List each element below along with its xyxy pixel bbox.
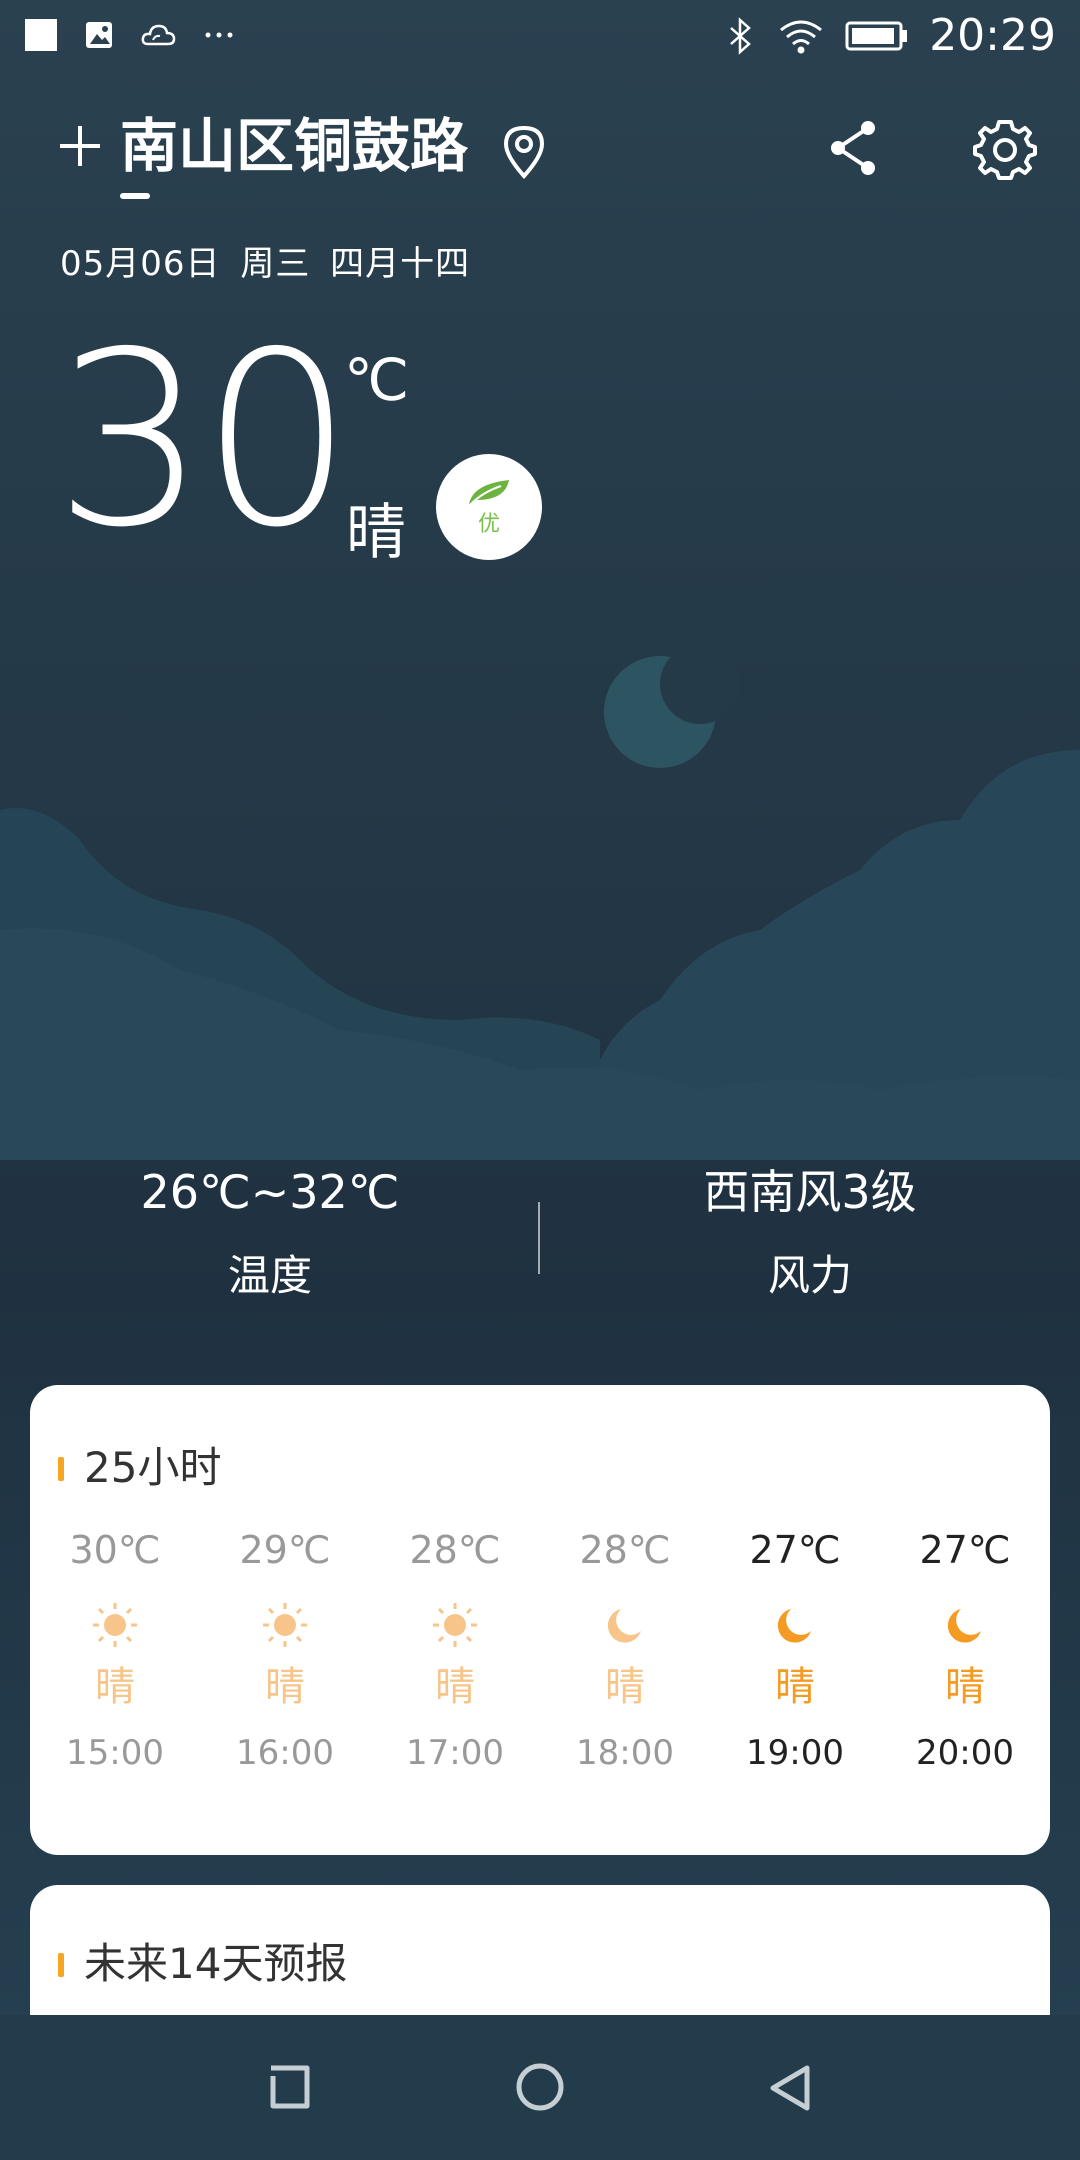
hour-condition: 晴 <box>95 1664 135 1710</box>
temperature-range: 26℃~32℃ <box>140 1165 400 1219</box>
hour-time: 19:00 <box>746 1733 844 1773</box>
battery-icon <box>845 19 909 53</box>
clock-time: 20:29 <box>929 10 1056 61</box>
forecast-title: 未来14天预报 <box>84 1939 348 1988</box>
hour-item[interactable]: 27℃ 晴 20:00 <box>880 1525 1050 1825</box>
plus-icon <box>60 126 100 166</box>
home-button[interactable] <box>510 2057 570 2117</box>
notification-square-icon <box>24 18 58 52</box>
header: 南山区铜鼓路 <box>0 100 1080 210</box>
hour-condition: 晴 <box>775 1664 815 1710</box>
sky-illustration <box>0 644 1080 1160</box>
hour-item[interactable]: 29℃ 晴 16:00 <box>200 1525 370 1825</box>
moon-illustration-icon <box>604 644 740 768</box>
date-line: 05月06日 周三 四月十四 <box>60 244 471 284</box>
circle-icon <box>516 2063 564 2111</box>
gear-icon <box>973 120 1037 180</box>
hour-time: 20:00 <box>916 1733 1014 1773</box>
hour-item[interactable]: 28℃ 晴 18:00 <box>540 1525 710 1825</box>
add-city-button[interactable] <box>56 122 104 170</box>
hourly-forecast-card[interactable]: 25小时 30℃ 晴 15:00 29℃ 晴 16:00 28℃ 晴 17:00… <box>30 1385 1050 1855</box>
current-condition: 晴 <box>346 498 406 568</box>
share-icon <box>831 121 875 175</box>
hour-item[interactable]: 30℃ 晴 15:00 <box>30 1525 200 1825</box>
hour-temperature: 28℃ <box>409 1528 501 1572</box>
forecast-14-day-card[interactable]: 未来14天预报 <box>30 1885 1050 2025</box>
hourly-title: 25小时 <box>84 1443 222 1492</box>
image-icon <box>84 20 114 50</box>
back-button[interactable] <box>760 2057 820 2117</box>
weather-cloud-icon <box>140 20 178 50</box>
recent-apps-button[interactable] <box>258 2057 318 2117</box>
back-triangle-icon <box>770 2065 810 2111</box>
bluetooth-icon <box>723 16 757 56</box>
location-pin-icon <box>500 122 548 184</box>
sun-icon <box>200 1595 370 1655</box>
current-temperature: 30 <box>54 300 353 580</box>
hour-item[interactable]: 27℃ 晴 19:00 <box>710 1525 880 1825</box>
hour-item[interactable]: 28℃ 晴 17:00 <box>370 1525 540 1825</box>
hourly-list[interactable]: 30℃ 晴 15:00 29℃ 晴 16:00 28℃ 晴 17:00 28℃ … <box>30 1525 1050 1825</box>
hour-condition: 晴 <box>265 1664 305 1710</box>
temperature-unit: ℃ <box>344 346 410 414</box>
status-bar-right: 20:29 <box>723 10 1056 62</box>
status-bar-left <box>24 18 234 52</box>
weather-screen: 20:29 南山区铜鼓路 05月06日 周三 四月十四 30 ℃ 晴 优 26℃… <box>0 0 1080 2160</box>
hour-time: 18:00 <box>576 1733 674 1773</box>
sun-icon <box>370 1595 540 1655</box>
share-button[interactable] <box>824 116 884 180</box>
settings-button[interactable] <box>972 116 1038 182</box>
wind-value: 西南风3级 <box>703 1165 917 1219</box>
hour-time: 17:00 <box>406 1733 504 1773</box>
aqi-badge[interactable]: 优 <box>436 454 542 560</box>
hour-condition: 晴 <box>945 1664 985 1710</box>
hour-temperature: 29℃ <box>239 1528 331 1572</box>
location-title[interactable]: 南山区铜鼓路 <box>120 108 468 184</box>
temperature-range-stat: 26℃~32℃ 温度 <box>0 1150 540 1304</box>
card-accent-bar <box>58 1457 64 1481</box>
hour-time: 16:00 <box>236 1733 334 1773</box>
hour-temperature: 27℃ <box>919 1528 1011 1572</box>
hour-temperature: 28℃ <box>579 1528 671 1572</box>
wifi-icon <box>777 16 825 56</box>
moon-icon <box>710 1595 880 1655</box>
today-stats: 26℃~32℃ 温度 西南风3级 风力 <box>0 1150 1080 1320</box>
hour-time: 15:00 <box>66 1733 164 1773</box>
system-nav-bar <box>0 2015 1080 2160</box>
sun-icon <box>30 1595 200 1655</box>
moon-icon <box>540 1595 710 1655</box>
status-bar: 20:29 <box>0 0 1080 72</box>
page-indicator <box>120 193 150 199</box>
card-accent-bar <box>58 1953 64 1977</box>
wind-stat: 西南风3级 风力 <box>540 1150 1080 1304</box>
aqi-label: 优 <box>477 512 500 537</box>
hour-condition: 晴 <box>605 1664 645 1710</box>
hour-temperature: 27℃ <box>749 1528 841 1572</box>
hour-condition: 晴 <box>435 1664 475 1710</box>
leaf-icon <box>469 480 509 505</box>
square-icon <box>270 2065 310 2109</box>
hour-temperature: 30℃ <box>69 1528 161 1572</box>
cloud-illustration-icon <box>0 750 1080 1160</box>
wind-label: 风力 <box>767 1251 852 1300</box>
more-dots-icon <box>204 30 234 40</box>
temperature-label: 温度 <box>227 1251 312 1300</box>
moon-icon <box>880 1595 1050 1655</box>
